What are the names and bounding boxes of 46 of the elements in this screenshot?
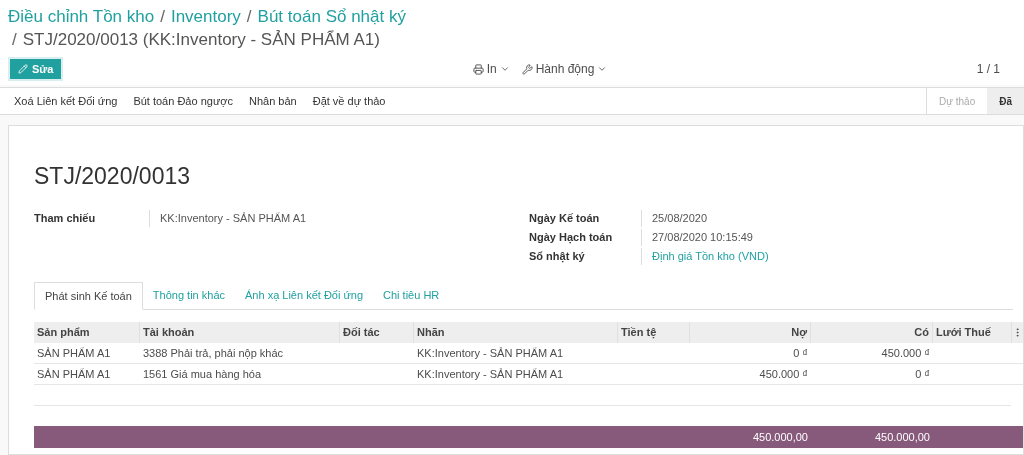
- printer-icon: [472, 63, 484, 75]
- caret-icon: [499, 64, 510, 74]
- table-cell-text: 450.000 ₫: [758, 366, 809, 382]
- credit-total: 450.000,00: [873, 429, 931, 445]
- column-header[interactable]: Đối tác: [340, 322, 414, 343]
- pager: 1 / 1: [976, 61, 1000, 78]
- column-header[interactable]: Nợ: [690, 322, 811, 343]
- action-button[interactable]: Đặt về dự thảo: [312, 92, 386, 110]
- entry-title: STJ/2020/0013: [34, 162, 191, 190]
- column-header[interactable]: Sản phẩm: [34, 322, 140, 343]
- print-dropdown[interactable]: In: [472, 60, 510, 78]
- column-header[interactable]: Lưới Thuế: [933, 322, 1012, 343]
- wrench-icon: [521, 63, 533, 75]
- column-header[interactable]: Nhãn: [414, 322, 618, 343]
- breadcrumb-separator: /: [160, 6, 165, 28]
- table-cell-text: KK:Inventory - SẢN PHẨM A1: [416, 345, 565, 361]
- action-button[interactable]: Bút toán Đảo ngược: [133, 92, 233, 110]
- table-cell-text: 1561 Giá mua hàng hóa: [142, 366, 263, 382]
- breadcrumb-separator: /: [246, 6, 252, 28]
- column-header[interactable]: Có: [811, 322, 933, 343]
- action-dropdown[interactable]: Hành động: [521, 60, 608, 78]
- table-cell-text: 450.000 ₫: [880, 345, 931, 361]
- field-label: Ngày Hạch toán: [529, 230, 614, 246]
- table-cell-text: 0 ₫: [792, 345, 809, 361]
- status-stage[interactable]: Đã: [987, 88, 1024, 114]
- field-value: 25/08/2020: [641, 210, 708, 227]
- action-button[interactable]: Nhân bản: [248, 92, 297, 110]
- field-label: Ngày Kế toán: [529, 211, 601, 227]
- table-cell-text: KK:Inventory - SẢN PHẨM A1: [416, 366, 565, 382]
- table-cell-text: 3388 Phải trả, phải nộp khác: [142, 345, 285, 361]
- caret-icon: [597, 64, 608, 74]
- table-cell-text: SẢN PHẨM A1: [36, 345, 112, 361]
- column-header[interactable]: Tài khoản: [140, 322, 340, 343]
- breadcrumb-separator: /: [12, 29, 17, 51]
- table-cell-text: SẢN PHẨM A1: [36, 366, 112, 382]
- field-label: Sổ nhật ký: [529, 249, 586, 265]
- action-button[interactable]: Xoá Liên kết Đối ứng: [14, 92, 118, 110]
- debit-total: 450.000,00: [751, 429, 809, 445]
- record-title: STJ/2020/0013 (KK:Inventory - SẢN PHẨM A1): [22, 29, 380, 51]
- pencil-icon: [18, 64, 28, 74]
- field-value: KK:Inventory - SẢN PHẨM A1: [149, 210, 307, 227]
- column-header[interactable]: Tiền tệ: [618, 322, 690, 343]
- table-cell-text: 0 ₫: [914, 366, 931, 382]
- tab[interactable]: Phát sinh Kế toán: [34, 282, 143, 310]
- field-value: 27/08/2020 10:15:49: [641, 229, 753, 246]
- field-label: Tham chiếu: [34, 211, 97, 227]
